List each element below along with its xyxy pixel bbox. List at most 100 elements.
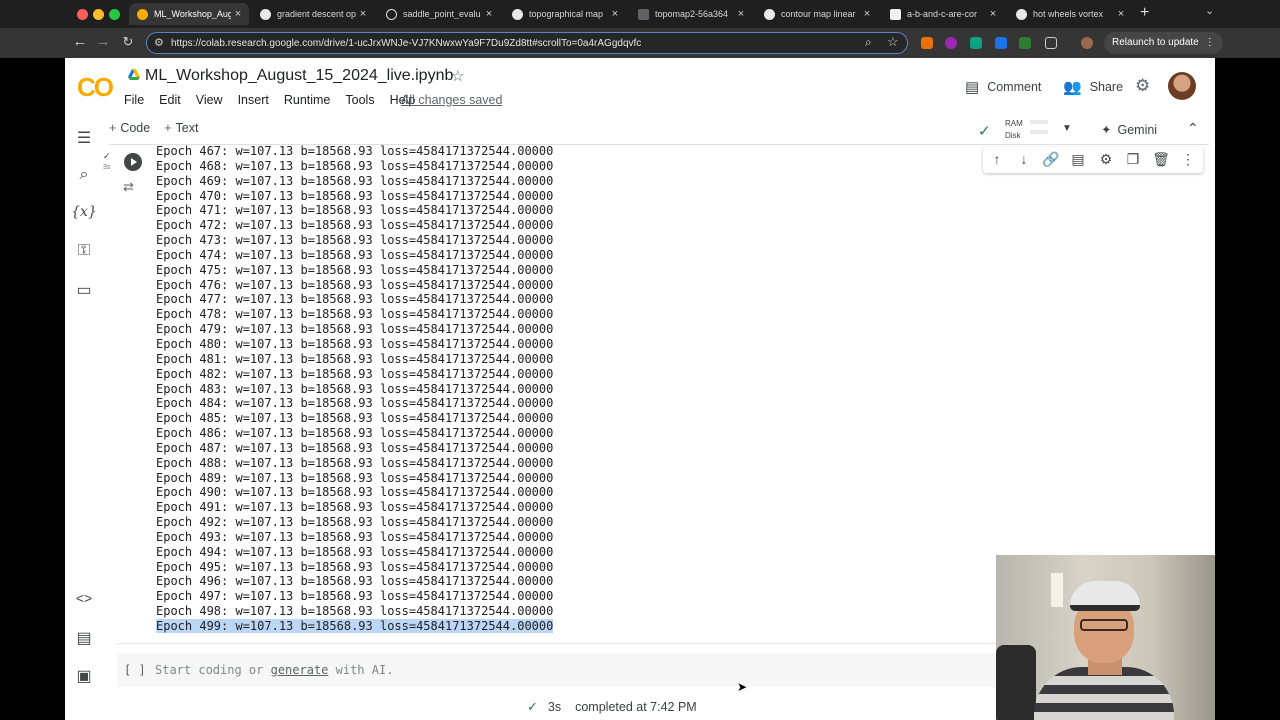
gemini-button[interactable]: ✦ Gemini — [1101, 122, 1157, 137]
output-line-text: Epoch 485: w=107.13 b=18568.93 loss=4584… — [156, 411, 554, 426]
maximize-window-button[interactable] — [109, 9, 120, 20]
profile-avatar[interactable] — [1081, 37, 1093, 49]
status-bar[interactable]: ✓ 3s completed at 7:42 PM — [527, 699, 697, 715]
output-line: Epoch 483: w=107.13 b=18568.93 loss=4584… — [156, 382, 956, 397]
output-line: Epoch 484: w=107.13 b=18568.93 loss=4584… — [156, 396, 956, 411]
save-status-link[interactable]: All changes saved — [401, 93, 502, 107]
cell-output[interactable]: Epoch 467: w=107.13 b=18568.93 loss=4584… — [156, 144, 956, 634]
menu-view[interactable]: View — [196, 93, 223, 107]
close-tab-icon[interactable]: × — [231, 8, 245, 20]
new-tab-button[interactable]: + — [1140, 4, 1149, 22]
generate-link[interactable]: generate — [271, 663, 329, 677]
extensions-puzzle-icon[interactable] — [1045, 37, 1057, 49]
cell-toolbar: ↑ ↓ 🔗 ▤ ⚙ ❐ 🗑 ⋮ — [983, 147, 1203, 173]
insert-cell-bar: + Code + Text — [109, 121, 212, 135]
reload-icon[interactable]: ↻ — [118, 34, 138, 50]
runtime-dropdown-icon[interactable]: ▼ — [1062, 123, 1072, 134]
more-options-icon[interactable]: ⋮ — [1178, 151, 1198, 168]
output-line: Epoch 478: w=107.13 b=18568.93 loss=4584… — [156, 307, 956, 322]
relaunch-button[interactable]: Relaunch to update ⋮ — [1104, 32, 1223, 54]
code-snippets-icon[interactable]: <> — [65, 590, 103, 606]
browser-tab[interactable]: topomap2-56a364 × — [630, 3, 752, 25]
resource-monitor[interactable]: RAM Disk — [1005, 118, 1023, 142]
tab-title: a-b-and-c-are-cor — [907, 9, 978, 19]
variables-icon[interactable]: {x} — [65, 204, 103, 220]
address-bar[interactable]: ⚙ https://colab.research.google.com/driv… — [146, 32, 908, 54]
cell-run-brackets[interactable]: [ ] — [124, 663, 146, 677]
search-icon[interactable]: ⌕ — [65, 166, 103, 184]
cell-settings-icon[interactable]: ⚙ — [1096, 151, 1116, 168]
menu-file[interactable]: File — [124, 93, 144, 107]
move-up-icon[interactable]: ↑ — [987, 151, 1007, 167]
add-text-cell-button[interactable]: + Text — [164, 121, 198, 135]
tab-search-icon[interactable]: ⌄ — [1205, 4, 1214, 17]
menu-bar: File Edit View Insert Runtime Tools Help — [124, 93, 430, 107]
more-vert-icon[interactable]: ⋮ — [1205, 37, 1215, 48]
back-arrow-icon[interactable]: ← — [70, 33, 90, 50]
browser-tab[interactable]: hot wheels vortex × — [1008, 3, 1132, 25]
right-bezel — [1215, 58, 1280, 720]
minimize-window-button[interactable] — [93, 9, 104, 20]
browser-tab[interactable]: ML_Workshop_Aug × — [129, 3, 249, 25]
move-down-icon[interactable]: ↓ — [1014, 151, 1034, 167]
extension-icon[interactable] — [970, 37, 982, 49]
command-palette-icon[interactable]: ▤ — [65, 628, 103, 648]
forward-arrow-icon[interactable]: → — [93, 33, 113, 50]
user-avatar[interactable] — [1168, 72, 1196, 100]
close-tab-icon[interactable]: × — [482, 8, 496, 20]
output-line-text: Epoch 472: w=107.13 b=18568.93 loss=4584… — [156, 218, 554, 233]
output-line-text: Epoch 475: w=107.13 b=18568.93 loss=4584… — [156, 262, 554, 277]
secrets-key-icon[interactable]: ⚿ — [65, 242, 103, 260]
mirror-cell-icon[interactable]: ❐ — [1123, 151, 1143, 168]
extension-icon[interactable] — [945, 37, 957, 49]
output-line: Epoch 498: w=107.13 b=18568.93 loss=4584… — [156, 604, 956, 619]
output-line-text: Epoch 497: w=107.13 b=18568.93 loss=4584… — [156, 589, 554, 604]
close-tab-icon[interactable]: × — [356, 8, 370, 20]
output-line-text: Epoch 496: w=107.13 b=18568.93 loss=4584… — [156, 574, 554, 589]
extension-icon[interactable] — [995, 37, 1007, 49]
close-window-button[interactable] — [77, 9, 88, 20]
site-info-icon[interactable]: ⚙ — [154, 36, 164, 49]
menu-runtime[interactable]: Runtime — [284, 93, 331, 107]
link-icon[interactable]: 🔗 — [1041, 151, 1061, 168]
notebook-title[interactable]: ML_Workshop_August_15_2024_live.ipynb — [145, 67, 453, 85]
runtime-connected-check-icon[interactable]: ✓ — [978, 122, 991, 140]
run-cell-button[interactable] — [124, 153, 142, 171]
close-tab-icon[interactable]: × — [734, 8, 748, 20]
share-button[interactable]: 👥 Share — [1063, 78, 1123, 96]
menu-edit[interactable]: Edit — [159, 93, 181, 107]
zoom-icon[interactable]: ⌕ — [865, 35, 872, 50]
close-tab-icon[interactable]: × — [1114, 8, 1128, 20]
comment-label: Comment — [987, 80, 1042, 94]
background-lamp — [1051, 573, 1063, 607]
browser-tab[interactable]: contour map linear × — [756, 3, 878, 25]
comment-cell-icon[interactable]: ▤ — [1068, 151, 1088, 168]
table-of-contents-icon[interactable]: ☰ — [65, 128, 103, 148]
colab-logo[interactable]: CO — [77, 72, 114, 103]
extension-icon[interactable] — [1019, 37, 1031, 49]
mouse-cursor-icon: ➤ — [737, 680, 748, 694]
close-tab-icon[interactable]: × — [986, 8, 1000, 20]
output-line-text: Epoch 495: w=107.13 b=18568.93 loss=4584… — [156, 559, 554, 574]
browser-tab[interactable]: gradient descent op × — [252, 3, 374, 25]
browser-tab[interactable]: a-b-and-c-are-cor × — [882, 3, 1004, 25]
close-tab-icon[interactable]: × — [608, 8, 622, 20]
delete-trash-icon[interactable]: 🗑 — [1151, 151, 1171, 168]
add-code-cell-button[interactable]: + Code — [109, 121, 150, 135]
bookmark-star-icon[interactable]: ☆ — [887, 34, 899, 50]
extension-icon[interactable] — [921, 37, 933, 49]
browser-tab[interactable]: topographical map × — [504, 3, 626, 25]
terminal-icon[interactable]: ▣ — [65, 666, 103, 686]
comment-icon: ▤ — [965, 79, 980, 96]
comment-button[interactable]: ▤ Comment — [965, 78, 1041, 96]
files-folder-icon[interactable]: ▭ — [65, 280, 103, 300]
menu-tools[interactable]: Tools — [345, 93, 374, 107]
tab-title: hot wheels vortex — [1033, 9, 1104, 19]
star-notebook-icon[interactable]: ☆ — [451, 67, 464, 85]
menu-insert[interactable]: Insert — [238, 93, 269, 107]
close-tab-icon[interactable]: × — [860, 8, 874, 20]
browser-tab[interactable]: saddle_point_evalu × — [378, 3, 500, 25]
clear-output-icon[interactable]: ⇄ — [123, 179, 134, 195]
collapse-header-icon[interactable]: ⌃ — [1187, 120, 1199, 137]
settings-gear-icon[interactable]: ⚙ — [1135, 76, 1150, 96]
